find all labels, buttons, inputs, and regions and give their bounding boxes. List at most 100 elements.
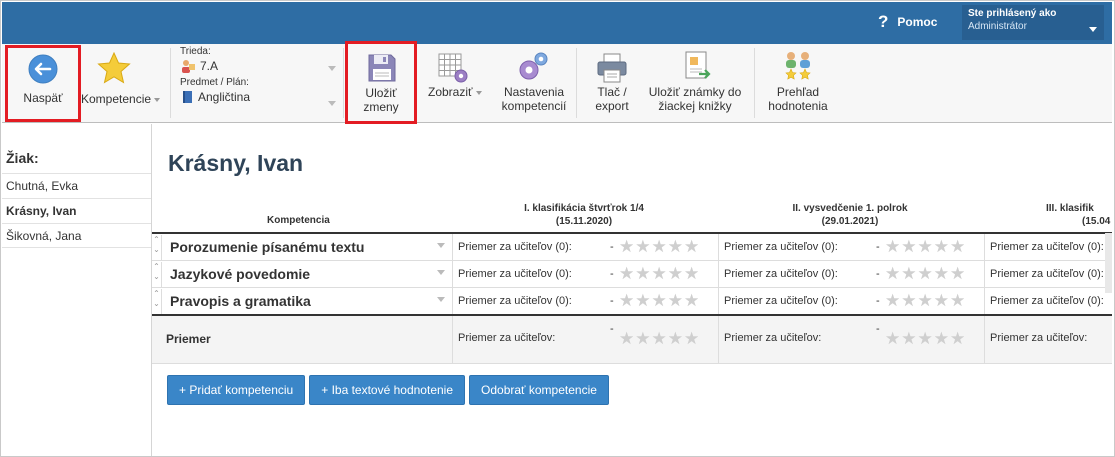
cell-label: Priemer za učiteľov (0): — [724, 268, 838, 280]
overview-label-1: Prehľad — [776, 85, 820, 99]
rating-cell[interactable]: Priemer za učiteľov (0): — [984, 261, 1112, 288]
star-rating-icon[interactable]: ★★★★★ — [619, 238, 700, 255]
chevron-down-icon — [328, 66, 336, 71]
add-competence-button[interactable]: + Pridať kompetenciu — [167, 375, 306, 405]
period-date: (15.04 — [1082, 216, 1111, 227]
sidebar-item-student[interactable]: Šikovná, Jana — [2, 223, 151, 248]
average-cell: Priemer za učiteľov: — [984, 316, 1112, 364]
gears-icon — [519, 52, 548, 80]
rating-cell[interactable]: Priemer za učiteľov (0): - ★★★★★ — [718, 261, 984, 288]
competence-settings-button[interactable]: Nastavenia kompetencií — [496, 44, 572, 123]
cell-value: - — [610, 268, 614, 280]
export-grades-label-2: žiackej knižky — [658, 99, 732, 113]
cell-label: Priemer za učiteľov: — [990, 332, 1088, 344]
star-rating-icon: ★★★★★ — [885, 329, 967, 348]
period-date: (15.11.2020) — [555, 216, 613, 227]
user-caption: Ste prihlásený ako — [968, 8, 1057, 19]
top-bar: ? Pomoc Ste prihlásený ako Administrátor — [2, 2, 1112, 44]
cell-label: Priemer za učiteľov (0): — [458, 268, 572, 280]
settings-label-1: Nastavenia — [503, 85, 565, 99]
cell-label: Priemer za učiteľov (0): — [458, 295, 572, 307]
student-sidebar: Žiak: Chutná, Evka Krásny, Ivan Šikovná,… — [2, 124, 152, 456]
chevron-down-icon[interactable] — [437, 270, 445, 275]
rating-cell[interactable]: Priemer za učiteľov (0): — [984, 288, 1112, 315]
view-label: Zobraziť — [428, 85, 473, 99]
divider — [343, 48, 344, 118]
print-export-button[interactable]: Tlač / export — [582, 44, 642, 123]
text-only-button[interactable]: + Iba textové hodnotenie — [309, 375, 466, 405]
competence-name: Pravopis a gramatika — [170, 293, 311, 309]
subject-select[interactable]: Angličtina — [180, 88, 340, 106]
student-name-heading: Krásny, Ivan — [168, 150, 304, 176]
chevron-down-icon[interactable] — [437, 297, 445, 302]
period-date: (29.01.2021) — [821, 216, 879, 227]
average-label: Priemer — [166, 332, 211, 346]
subject-value: Angličtina — [198, 90, 251, 104]
class-subject-selector: Trieda: 7.A Predmet / Plán: Angličtina — [180, 46, 340, 118]
remove-competence-button[interactable]: Odobrať kompetencie — [469, 375, 609, 405]
period-header: III. klasifik (15.04 — [1046, 202, 1110, 228]
period-title: II. vysvedčenie 1. polrok — [792, 203, 908, 214]
period-title: I. klasifikácia štvrťrok 1/4 — [524, 203, 644, 214]
document-export-icon — [685, 51, 711, 79]
competences-dropdown[interactable]: Kompetencie — [81, 44, 167, 123]
table-row: ⌃ ⌄ Pravopis a gramatika Priemer za učite… — [152, 288, 1112, 315]
rating-cell[interactable]: Priemer za učiteľov (0): - ★★★★★ — [452, 261, 718, 288]
overview-label-2: hodnotenia — [768, 99, 828, 113]
toolbar: Naspäť Kompetencie Trieda: 7.A Predmet /… — [2, 41, 1112, 124]
competences-label: Kompetencie — [81, 92, 152, 106]
printer-icon — [597, 53, 627, 83]
sidebar-item-student-active[interactable]: Krásny, Ivan — [2, 198, 151, 223]
print-label-2: export — [595, 99, 629, 113]
cell-value: - — [876, 295, 880, 307]
grid-settings-icon — [438, 53, 468, 83]
help-icon: ? — [878, 12, 889, 31]
class-icon — [182, 60, 195, 73]
scrollbar[interactable] — [1105, 233, 1112, 293]
rating-cell[interactable]: Priemer za učiteľov (0): - ★★★★★ — [718, 234, 984, 261]
rating-cell[interactable]: Priemer za učiteľov (0): - ★★★★★ — [452, 288, 718, 315]
export-grades-button[interactable]: Uložiť známky do žiackej knižky — [645, 44, 745, 123]
cell-label: Priemer za učiteľov (0): — [724, 241, 838, 253]
average-row: Priemer Priemer za učiteľov: - ★★★★★ Pri… — [152, 314, 1112, 364]
cell-value: - — [876, 268, 880, 280]
cell-value: - — [876, 241, 880, 253]
chevron-down-icon[interactable] — [437, 243, 445, 248]
cell-value: - — [876, 323, 880, 335]
export-grades-label-1: Uložiť známky do — [648, 85, 742, 99]
sort-handle-icon[interactable]: ⌃ ⌄ — [152, 262, 162, 287]
rating-cell[interactable]: Priemer za učiteľov (0): - ★★★★★ — [718, 288, 984, 315]
sidebar-title: Žiak: — [6, 150, 39, 166]
sidebar-item-student[interactable]: Chutná, Evka — [2, 173, 151, 198]
chevron-down-icon — [1089, 27, 1097, 32]
view-dropdown[interactable]: Zobraziť — [426, 44, 492, 123]
sort-handle-icon[interactable]: ⌃ ⌄ — [152, 289, 162, 314]
class-select[interactable]: 7.A — [180, 57, 340, 75]
app-frame: ? Pomoc Ste prihlásený ako Administrátor… — [0, 0, 1115, 457]
overview-button[interactable]: Prehľad hodnotenia — [760, 44, 836, 123]
divider — [170, 48, 171, 118]
main-content: Krásny, Ivan Kompetencia I. klasifikácia… — [152, 124, 1112, 456]
user-name: Administrátor — [968, 21, 1027, 32]
star-rating-icon[interactable]: ★★★★★ — [619, 292, 700, 309]
average-cell: Priemer za učiteľov: - ★★★★★ — [452, 316, 718, 364]
action-buttons: + Pridať kompetenciu + Iba textové hodno… — [167, 375, 609, 405]
star-rating-icon[interactable]: ★★★★★ — [885, 265, 966, 282]
star-rating-icon[interactable]: ★★★★★ — [619, 265, 700, 282]
sort-handle-icon[interactable]: ⌃ ⌄ — [152, 235, 162, 260]
star-rating-icon[interactable]: ★★★★★ — [885, 238, 966, 255]
star-rating-icon[interactable]: ★★★★★ — [885, 292, 966, 309]
class-caption: Trieda: — [180, 46, 211, 57]
cell-label: Priemer za učiteľov (0): — [990, 295, 1104, 307]
table-row: ⌃ ⌄ Jazykové povedomie Priemer za učiteľo… — [152, 261, 1112, 288]
class-value: 7.A — [200, 59, 219, 73]
cell-label: Priemer za učiteľov (0): — [990, 268, 1104, 280]
rating-cell[interactable]: Priemer za učiteľov (0): - ★★★★★ — [452, 234, 718, 261]
cell-label: Priemer za učiteľov: — [724, 332, 822, 344]
user-menu[interactable]: Ste prihlásený ako Administrátor — [962, 5, 1104, 40]
settings-label-2: kompetencií — [501, 99, 567, 113]
star-rating-icon: ★★★★★ — [619, 329, 701, 348]
rating-cell[interactable]: Priemer za učiteľov (0): — [984, 234, 1112, 261]
chevron-down-icon — [328, 101, 336, 106]
help-link[interactable]: ? Pomoc — [878, 12, 937, 32]
